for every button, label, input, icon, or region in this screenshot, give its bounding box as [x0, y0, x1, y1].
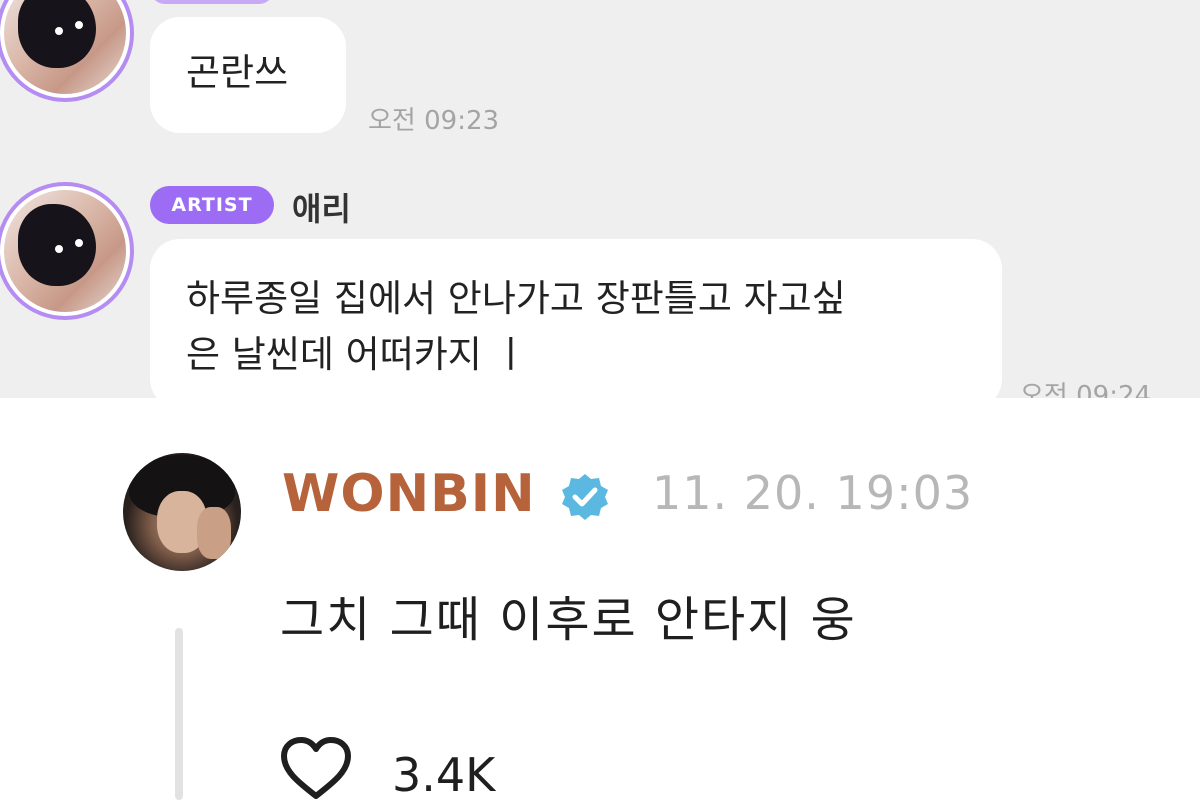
character-eye	[72, 18, 86, 32]
heart-icon[interactable]	[278, 736, 354, 800]
artist-badge-cropped	[150, 0, 274, 4]
user-avatar[interactable]	[123, 453, 241, 571]
character-eye	[52, 24, 66, 38]
like-count: 3.4K	[392, 748, 496, 802]
avatar-image	[4, 0, 126, 94]
post-text: 그치 그때 이후로 안타지 웅	[280, 592, 857, 648]
sender-name[interactable]: 애리	[292, 184, 351, 230]
message-text-line: 하루종일 집에서 안나가고 장판틀고 자고싶	[186, 277, 846, 320]
avatar-hand	[197, 507, 231, 559]
character-eye	[52, 242, 66, 256]
character-eye	[72, 236, 86, 250]
artist-avatar[interactable]	[0, 0, 134, 102]
artist-avatar[interactable]	[0, 182, 134, 320]
chat-bubble: 하루종일 집에서 안나가고 장판틀고 자고싶 은 날씬데 어떠카지 ㅣ	[150, 239, 1002, 398]
message-text-line: 은 날씬데 어떠카지 ㅣ	[186, 333, 528, 376]
thread-connector-line	[175, 628, 183, 800]
message-time: 오전 09:23	[368, 106, 500, 136]
chat-bubble: 곤란쓰	[150, 17, 346, 133]
verified-badge-icon	[562, 474, 608, 520]
post-timestamp: 11. 20. 19:03	[652, 466, 974, 520]
message-time: 오전 09:24	[1020, 381, 1152, 398]
message-text: 곤란쓰	[186, 51, 289, 94]
social-post: WONBIN 11. 20. 19:03 그치 그때 이후로 안타지 웅 3.4…	[0, 398, 1200, 802]
avatar-image	[4, 190, 126, 312]
artist-badge: ARTIST	[150, 186, 274, 224]
chat-screenshot: 곤란쓰 오전 09:23 ARTIST 애리 하루종일 집에서 안나가고 장판틀…	[0, 0, 1200, 398]
post-username[interactable]: WONBIN	[282, 464, 536, 524]
